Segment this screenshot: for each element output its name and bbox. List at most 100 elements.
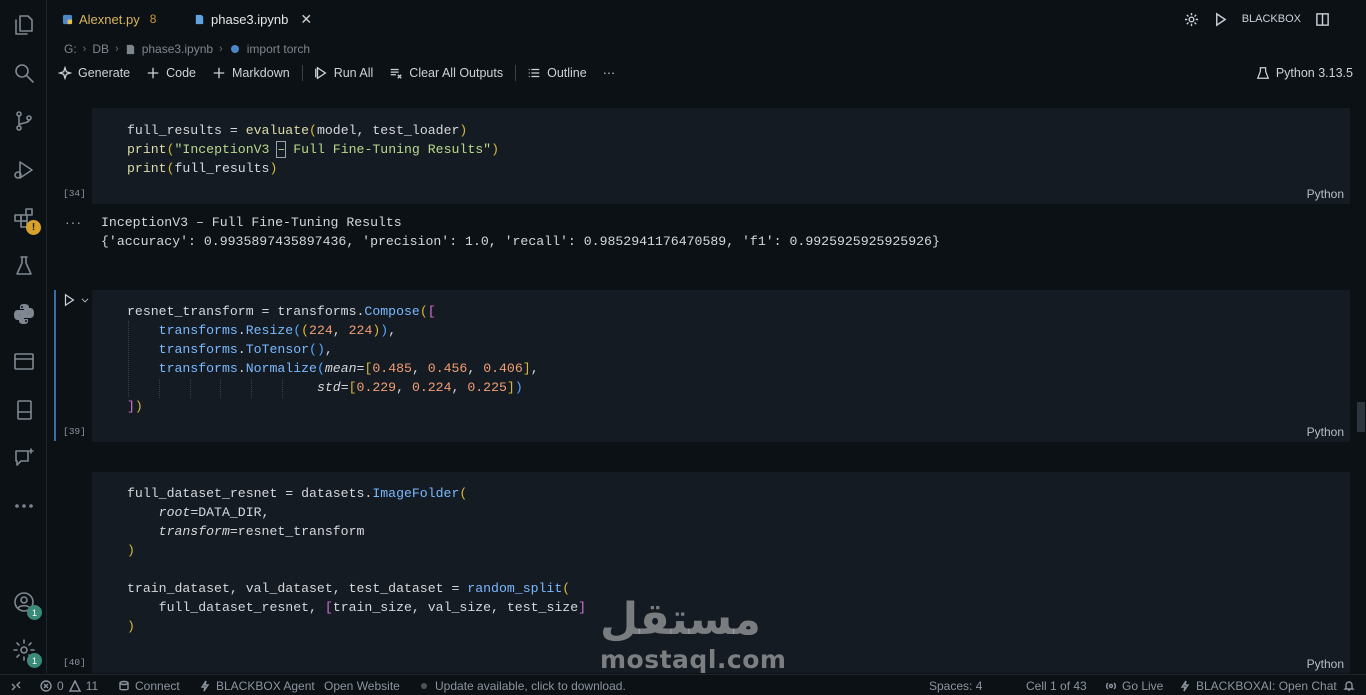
explorer-icon[interactable] <box>11 12 36 37</box>
activity-bar: ! 1 1 <box>0 0 47 673</box>
blackbox-agent-button[interactable]: BLACKBOX Agent <box>199 677 315 694</box>
tab-phase3[interactable]: phase3.ipynb ✕ <box>194 0 312 38</box>
scrollbar-thumb[interactable] <box>1357 402 1365 432</box>
warning-icon <box>68 679 81 692</box>
python-symbol-icon <box>230 45 239 53</box>
code-line: full_dataset_resnet = datasets.ImageFold… <box>127 486 468 501</box>
go-live-button[interactable]: Go Live <box>1105 677 1163 694</box>
run-all-icon <box>314 66 327 80</box>
run-all-label: Run All <box>333 66 374 80</box>
outline-button[interactable]: Outline <box>527 66 587 80</box>
tab-alexnet[interactable]: Alexnet.py 8 <box>62 0 156 38</box>
status-bar: 0 11 Connect BLACKBOX Agent Open Website… <box>0 674 1366 695</box>
python-icon[interactable] <box>11 301 36 326</box>
breadcrumb-drive[interactable]: G: <box>64 42 77 56</box>
dot-icon <box>421 682 427 689</box>
tab-bar: Alexnet.py 8 phase3.ipynb ✕ <box>48 0 1366 38</box>
error-icon <box>40 679 52 692</box>
sparkle-icon <box>58 66 72 80</box>
spaces-label: Spaces: 4 <box>929 678 983 693</box>
breadcrumb-file[interactable]: phase3.ipynb <box>142 42 213 56</box>
notebook-file-icon <box>126 44 134 54</box>
code-line: transforms.Normalize(mean=[0.485, 0.456,… <box>158 361 539 376</box>
cell-language[interactable]: Python <box>1307 657 1344 671</box>
more-actions-button[interactable]: ··· <box>603 66 616 80</box>
code-line: std=[0.229, 0.224, 0.225]) <box>316 380 523 395</box>
code-line: transforms.ToTensor(), <box>158 342 333 357</box>
cell-language[interactable]: Python <box>1307 425 1344 439</box>
code-line: print(full_results) <box>127 161 278 176</box>
update-notice[interactable]: Update available, click to download. <box>418 677 626 694</box>
split-editor-icon[interactable] <box>1315 12 1330 27</box>
chat-sparkle-icon[interactable] <box>11 445 36 470</box>
execution-count: [40] <box>63 657 86 668</box>
notifications-bell-icon[interactable] <box>1343 677 1355 694</box>
kernel-picker[interactable]: Python 3.13.5 <box>1256 62 1353 84</box>
testing-flask-icon[interactable] <box>11 253 36 278</box>
breadcrumb-folder[interactable]: DB <box>92 42 109 56</box>
search-icon[interactable] <box>11 60 36 85</box>
agent-label: BLACKBOX Agent <box>216 678 315 693</box>
problems-indicator[interactable]: 0 11 <box>40 677 98 694</box>
cell-focus-indicator <box>54 290 56 441</box>
cell-position-label: Cell 1 of 43 <box>1026 678 1087 693</box>
generate-button[interactable]: Generate <box>58 66 130 80</box>
update-label: Update available, click to download. <box>435 678 626 693</box>
python-file-icon <box>62 14 73 24</box>
clear-outputs-button[interactable]: Clear All Outputs <box>389 66 503 80</box>
plus-icon <box>147 67 159 79</box>
code-line: train_dataset, val_dataset, test_dataset… <box>127 581 571 596</box>
indentation-button[interactable]: Spaces: 4 <box>929 677 982 694</box>
clear-outputs-label: Clear All Outputs <box>409 66 504 80</box>
cell-position[interactable]: Cell 1 of 43 <box>1026 677 1087 694</box>
breadcrumb-symbol[interactable]: import torch <box>247 42 310 56</box>
connect-button[interactable]: Connect <box>118 677 180 694</box>
kernel-label: Python 3.13.5 <box>1275 66 1353 80</box>
notebook-toolbar: Generate Code Markdown Run All Clear All… <box>58 62 631 84</box>
vscode-window: ! 1 1 Alexnet.py 8 phase3.ipynb ✕ BLACKB… <box>0 0 1366 695</box>
add-markdown-button[interactable]: Markdown <box>212 66 290 80</box>
generate-label: Generate <box>78 66 131 80</box>
outline-label: Outline <box>547 66 587 80</box>
add-code-button[interactable]: Code <box>146 66 196 80</box>
run-all-button[interactable]: Run All <box>314 66 374 80</box>
run-icon[interactable] <box>1213 12 1228 27</box>
output-actions-icon[interactable]: ··· <box>65 214 82 230</box>
remote-explorer-icon[interactable] <box>11 349 36 374</box>
output-line-title: InceptionV3 – Full Fine-Tuning Results <box>101 215 402 230</box>
cell-language[interactable]: Python <box>1307 187 1344 201</box>
warning-badge-icon: ! <box>26 220 41 235</box>
accounts-icon[interactable]: 1 <box>11 589 42 620</box>
code-line: ) <box>127 619 135 634</box>
clear-all-icon <box>391 68 403 79</box>
open-website-button[interactable]: Open Website <box>324 677 400 694</box>
chevron-down-icon <box>81 298 89 303</box>
run-cell-button[interactable] <box>62 293 90 307</box>
plus-icon <box>213 67 225 79</box>
run-debug-icon[interactable] <box>11 157 36 182</box>
open-website-label: Open Website <box>324 678 400 693</box>
code-label: Code <box>166 66 197 80</box>
gear-icon[interactable] <box>1184 12 1199 27</box>
blackbox-label[interactable]: BLACKBOX <box>1242 13 1301 25</box>
remote-indicator-icon[interactable] <box>10 677 22 694</box>
divider <box>515 65 517 81</box>
blackbox-chat-button[interactable]: BLACKBOXAI: Open Chat <box>1179 677 1337 694</box>
list-icon <box>528 68 540 78</box>
broadcast-icon <box>1106 681 1116 690</box>
source-control-icon[interactable] <box>11 108 36 133</box>
code-line: full_results = evaluate(model, test_load… <box>127 123 468 138</box>
connect-label: Connect <box>135 678 180 693</box>
more-label: ··· <box>602 66 616 80</box>
markdown-label: Markdown <box>232 66 290 80</box>
more-ellipsis-icon[interactable] <box>11 493 36 518</box>
lightning-icon <box>1180 680 1190 691</box>
close-icon[interactable]: ✕ <box>300 11 312 28</box>
error-count: 0 <box>57 678 64 693</box>
output-line-dict: {'accuracy': 0.9935897435897436, 'precis… <box>101 234 940 249</box>
notebook-icon[interactable] <box>11 397 36 422</box>
extensions-icon[interactable]: ! <box>11 205 41 235</box>
divider <box>301 65 303 81</box>
settings-gear-icon[interactable]: 1 <box>11 637 42 668</box>
breadcrumb: G: › DB › phase3.ipynb › import torch <box>64 40 310 58</box>
